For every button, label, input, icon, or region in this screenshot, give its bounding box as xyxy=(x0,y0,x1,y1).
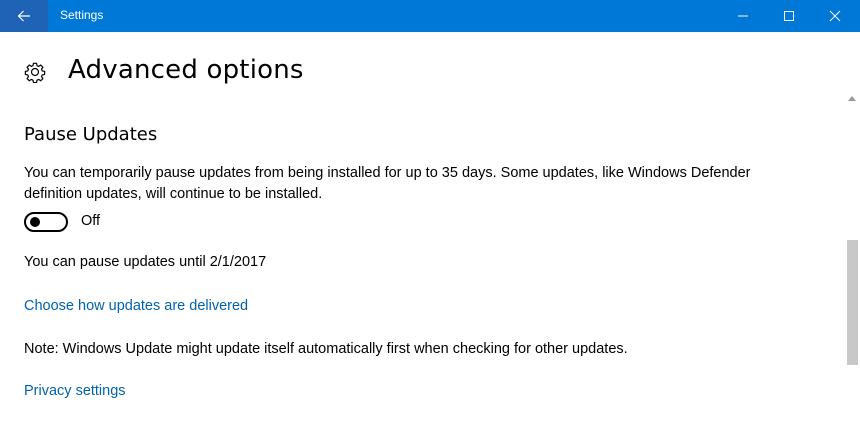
close-button[interactable] xyxy=(812,0,858,32)
close-icon xyxy=(829,10,841,22)
gear-icon xyxy=(24,62,46,83)
minimize-icon xyxy=(738,15,748,17)
arrow-left-icon xyxy=(17,10,30,22)
scrollbar-thumb[interactable] xyxy=(847,240,858,365)
maximize-icon xyxy=(784,11,794,21)
pause-until-text: You can pause updates until 2/1/2017 xyxy=(24,254,267,270)
toggle-state-label: Off xyxy=(81,213,101,229)
privacy-settings-link[interactable]: Privacy settings xyxy=(24,383,126,399)
window-title: Settings xyxy=(60,8,104,22)
toggle-knob xyxy=(30,217,40,227)
minimize-button[interactable] xyxy=(720,0,766,32)
section-heading-pause-updates: Pause Updates xyxy=(24,124,158,145)
settings-window: Settings Advanced options Pause Updates … xyxy=(0,0,860,429)
scroll-up-arrow-icon[interactable] xyxy=(848,96,856,101)
choose-delivery-link[interactable]: Choose how updates are delivered xyxy=(24,298,248,314)
back-button[interactable] xyxy=(0,0,48,32)
maximize-button[interactable] xyxy=(766,0,812,32)
pause-updates-toggle[interactable] xyxy=(24,212,68,232)
page-title: Advanced options xyxy=(68,55,304,85)
pause-updates-description: You can temporarily pause updates from b… xyxy=(24,165,751,202)
title-bar: Settings xyxy=(0,0,860,32)
update-note: Note: Windows Update might update itself… xyxy=(24,341,628,357)
